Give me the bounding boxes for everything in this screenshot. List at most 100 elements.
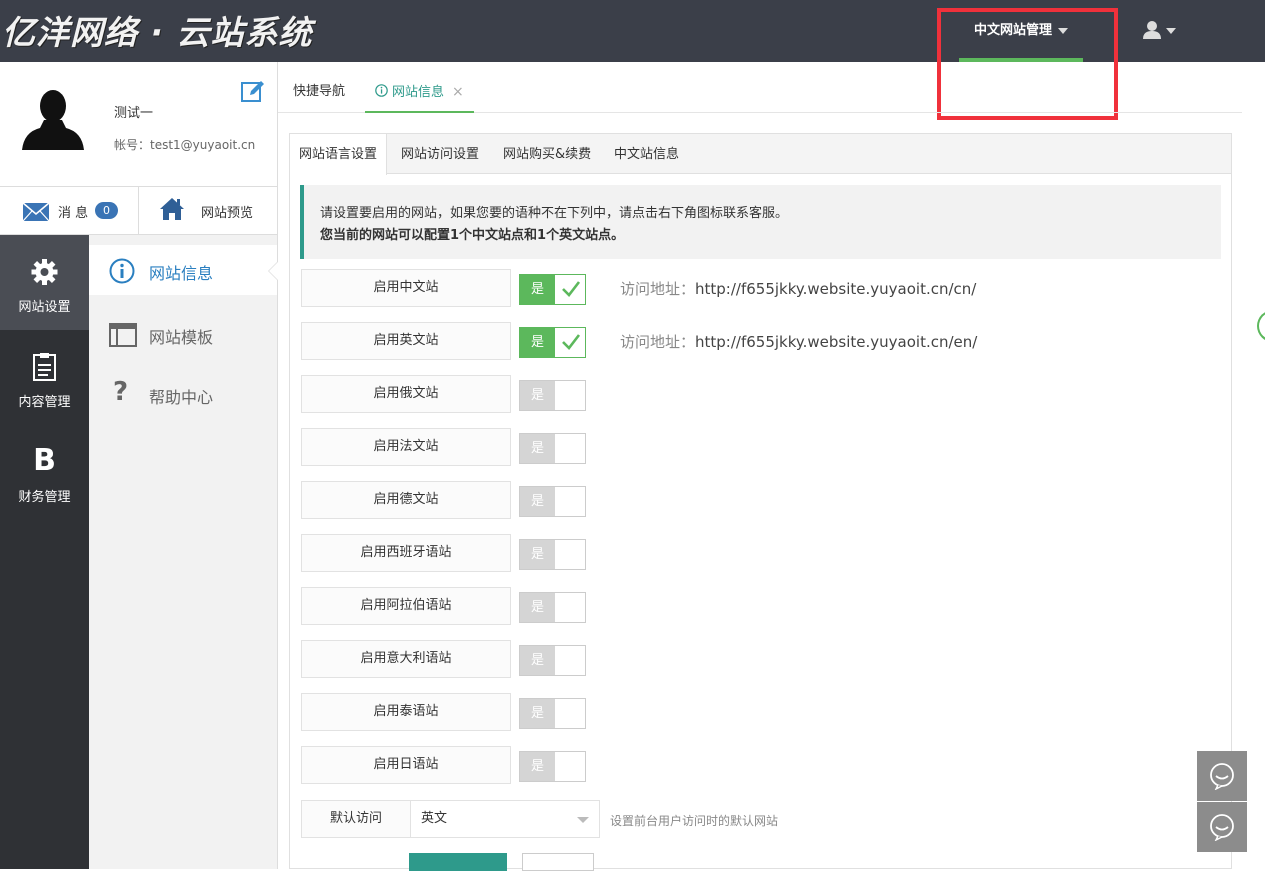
tab-site-info[interactable]: 网站信息 × xyxy=(365,62,474,113)
site-row-label: 启用日语站 xyxy=(301,746,511,784)
user-menu[interactable] xyxy=(1140,20,1182,42)
b-icon: B xyxy=(33,443,56,478)
url-prefix: 访问地址： xyxy=(620,280,696,298)
toggle-yes-label: 是 xyxy=(520,434,555,463)
window-icon xyxy=(109,323,137,347)
site-row-label: 启用法文站 xyxy=(301,428,511,466)
notice-line-strong: 您当前的网站可以配置1个中文站点和1个英文站点。 xyxy=(320,228,625,243)
user-name: 测试一 xyxy=(114,106,154,121)
clipboard-icon xyxy=(33,353,56,381)
info-icon xyxy=(375,84,388,97)
site-preview-button[interactable]: 网站预览 xyxy=(139,187,278,234)
site-row: 启用俄文站是 xyxy=(301,375,1201,413)
tab-access-settings[interactable]: 网站访问设置 xyxy=(392,134,488,174)
gear-icon xyxy=(31,259,58,285)
site-row: 启用德文站是 xyxy=(301,481,1201,519)
quick-bar: 消 息 0 网站预览 xyxy=(0,186,278,235)
subnav-label: 网站信息 xyxy=(149,264,214,283)
tab-quick-nav[interactable]: 快捷导航 xyxy=(293,62,345,113)
site-row-label: 启用中文站 xyxy=(301,269,511,307)
site-row: 启用意大利语站是 xyxy=(301,640,1201,678)
site-toggle[interactable]: 是 xyxy=(519,486,586,517)
site-row-label: 启用俄文站 xyxy=(301,375,511,413)
cancel-button[interactable] xyxy=(522,853,594,871)
default-access-select[interactable]: 英文 xyxy=(410,800,600,838)
top-bar: 亿洋网络 · 云站系统 中文网站管理 xyxy=(0,0,1265,62)
subnav-site-template[interactable]: 网站模板 xyxy=(89,309,277,359)
toggle-yes-label: 是 xyxy=(520,381,555,410)
site-manager-label: 中文网站管理 xyxy=(973,23,1052,38)
site-row: 启用日语站是 xyxy=(301,746,1201,784)
tab-chinese-site-info[interactable]: 中文站信息 xyxy=(605,134,688,174)
caret-down-icon xyxy=(1166,28,1176,34)
subnav-label: 网站模板 xyxy=(149,328,214,347)
close-icon[interactable]: × xyxy=(452,84,464,100)
edit-icon[interactable] xyxy=(240,78,266,104)
site-manager-dropdown[interactable]: 中文网站管理 xyxy=(959,0,1083,62)
url-link[interactable]: http://f655jkky.website.yuyaoit.cn/en/ xyxy=(695,333,977,351)
subnav-label: 帮助中心 xyxy=(149,388,214,407)
site-toggle[interactable]: 是 xyxy=(519,380,586,411)
tab-label: 快捷导航 xyxy=(293,84,346,99)
tab-language-settings[interactable]: 网站语言设置 xyxy=(290,134,388,175)
save-button[interactable] xyxy=(409,853,507,871)
site-toggle[interactable]: 是 xyxy=(519,433,586,464)
nav-label: 财务管理 xyxy=(18,490,71,505)
notice-line: 请设置要启用的网站，如果您要的语种不在下列中，请点击右下角图标联系客服。 xyxy=(320,206,789,221)
site-toggle[interactable]: 是 xyxy=(519,698,586,729)
site-preview-label: 网站预览 xyxy=(201,206,254,221)
nav-label: 网站设置 xyxy=(18,300,71,315)
default-access-hint: 设置前台用户访问时的默认网站 xyxy=(610,814,779,828)
logo: 亿洋网络 · 云站系统 xyxy=(2,13,313,52)
site-toggle[interactable]: 是 xyxy=(519,327,586,358)
site-row-label: 启用泰语站 xyxy=(301,693,511,731)
site-toggle[interactable]: 是 xyxy=(519,539,586,570)
tab-label: 网站信息 xyxy=(392,85,445,100)
chat-icon xyxy=(1210,763,1234,790)
tab-purchase-renew[interactable]: 网站购买&续费 xyxy=(494,134,600,174)
nav-finance-management[interactable]: B 财务管理 xyxy=(0,425,89,520)
avatar xyxy=(22,90,84,150)
nav-site-settings[interactable]: 网站设置 xyxy=(0,235,89,330)
subnav-site-info[interactable]: 网站信息 xyxy=(89,245,278,295)
main-nav: 网站设置 内容管理 B 财务管理 xyxy=(0,235,89,869)
nav-content-management[interactable]: 内容管理 xyxy=(0,330,89,425)
site-url: 访问地址：http://f655jkky.website.yuyaoit.cn/… xyxy=(620,278,976,299)
site-toggle[interactable]: 是 xyxy=(519,751,586,782)
site-row: 启用英文站是 访问地址：http://f655jkky.website.yuyao… xyxy=(301,322,1201,360)
site-toggle[interactable]: 是 xyxy=(519,592,586,623)
settings-panel: 网站语言设置 网站访问设置 网站购买&续费 中文站信息 请设置要启用的网站，如果… xyxy=(289,133,1232,871)
panel-tabs: 网站语言设置 网站访问设置 网站购买&续费 中文站信息 xyxy=(290,134,1231,175)
site-row-label: 启用阿拉伯语站 xyxy=(301,587,511,625)
default-access-value: 英文 xyxy=(421,811,448,826)
default-access-label: 默认访问 xyxy=(301,800,411,838)
active-arrow xyxy=(268,261,278,281)
site-row-label: 启用英文站 xyxy=(301,322,511,360)
info-icon xyxy=(109,258,135,284)
user-icon xyxy=(1143,21,1161,39)
site-toggle[interactable]: 是 xyxy=(519,645,586,676)
site-toggle[interactable]: 是 xyxy=(519,274,586,305)
toggle-yes-label: 是 xyxy=(520,699,555,728)
site-row: 启用法文站是 xyxy=(301,428,1201,466)
side-widget[interactable] xyxy=(1257,310,1265,342)
chat-button-2[interactable] xyxy=(1197,802,1247,852)
subnav-help-center[interactable]: ? 帮助中心 xyxy=(89,369,277,419)
nav-label: 内容管理 xyxy=(18,395,71,410)
toggle-yes-label: 是 xyxy=(520,646,555,675)
messages-button[interactable]: 消 息 0 xyxy=(0,187,139,234)
site-row: 启用西班牙语站是 xyxy=(301,534,1201,572)
messages-label: 消 息 xyxy=(58,206,89,221)
site-row-label: 启用西班牙语站 xyxy=(301,534,511,572)
toggle-yes-label: 是 xyxy=(520,328,555,357)
home-icon xyxy=(160,198,184,220)
chat-button[interactable] xyxy=(1197,751,1247,801)
messages-count-badge: 0 xyxy=(95,202,118,219)
sub-nav: 网站信息 网站模板 ? 帮助中心 xyxy=(89,235,278,869)
user-account: 帐号：test1@yuyaoit.cn xyxy=(114,138,256,152)
site-row-label: 启用意大利语站 xyxy=(301,640,511,678)
site-url: 访问地址：http://f655jkky.website.yuyaoit.cn/… xyxy=(620,331,977,352)
url-link[interactable]: http://f655jkky.website.yuyaoit.cn/cn/ xyxy=(695,280,976,298)
chat-icon xyxy=(1210,814,1234,841)
mail-icon xyxy=(22,202,50,222)
